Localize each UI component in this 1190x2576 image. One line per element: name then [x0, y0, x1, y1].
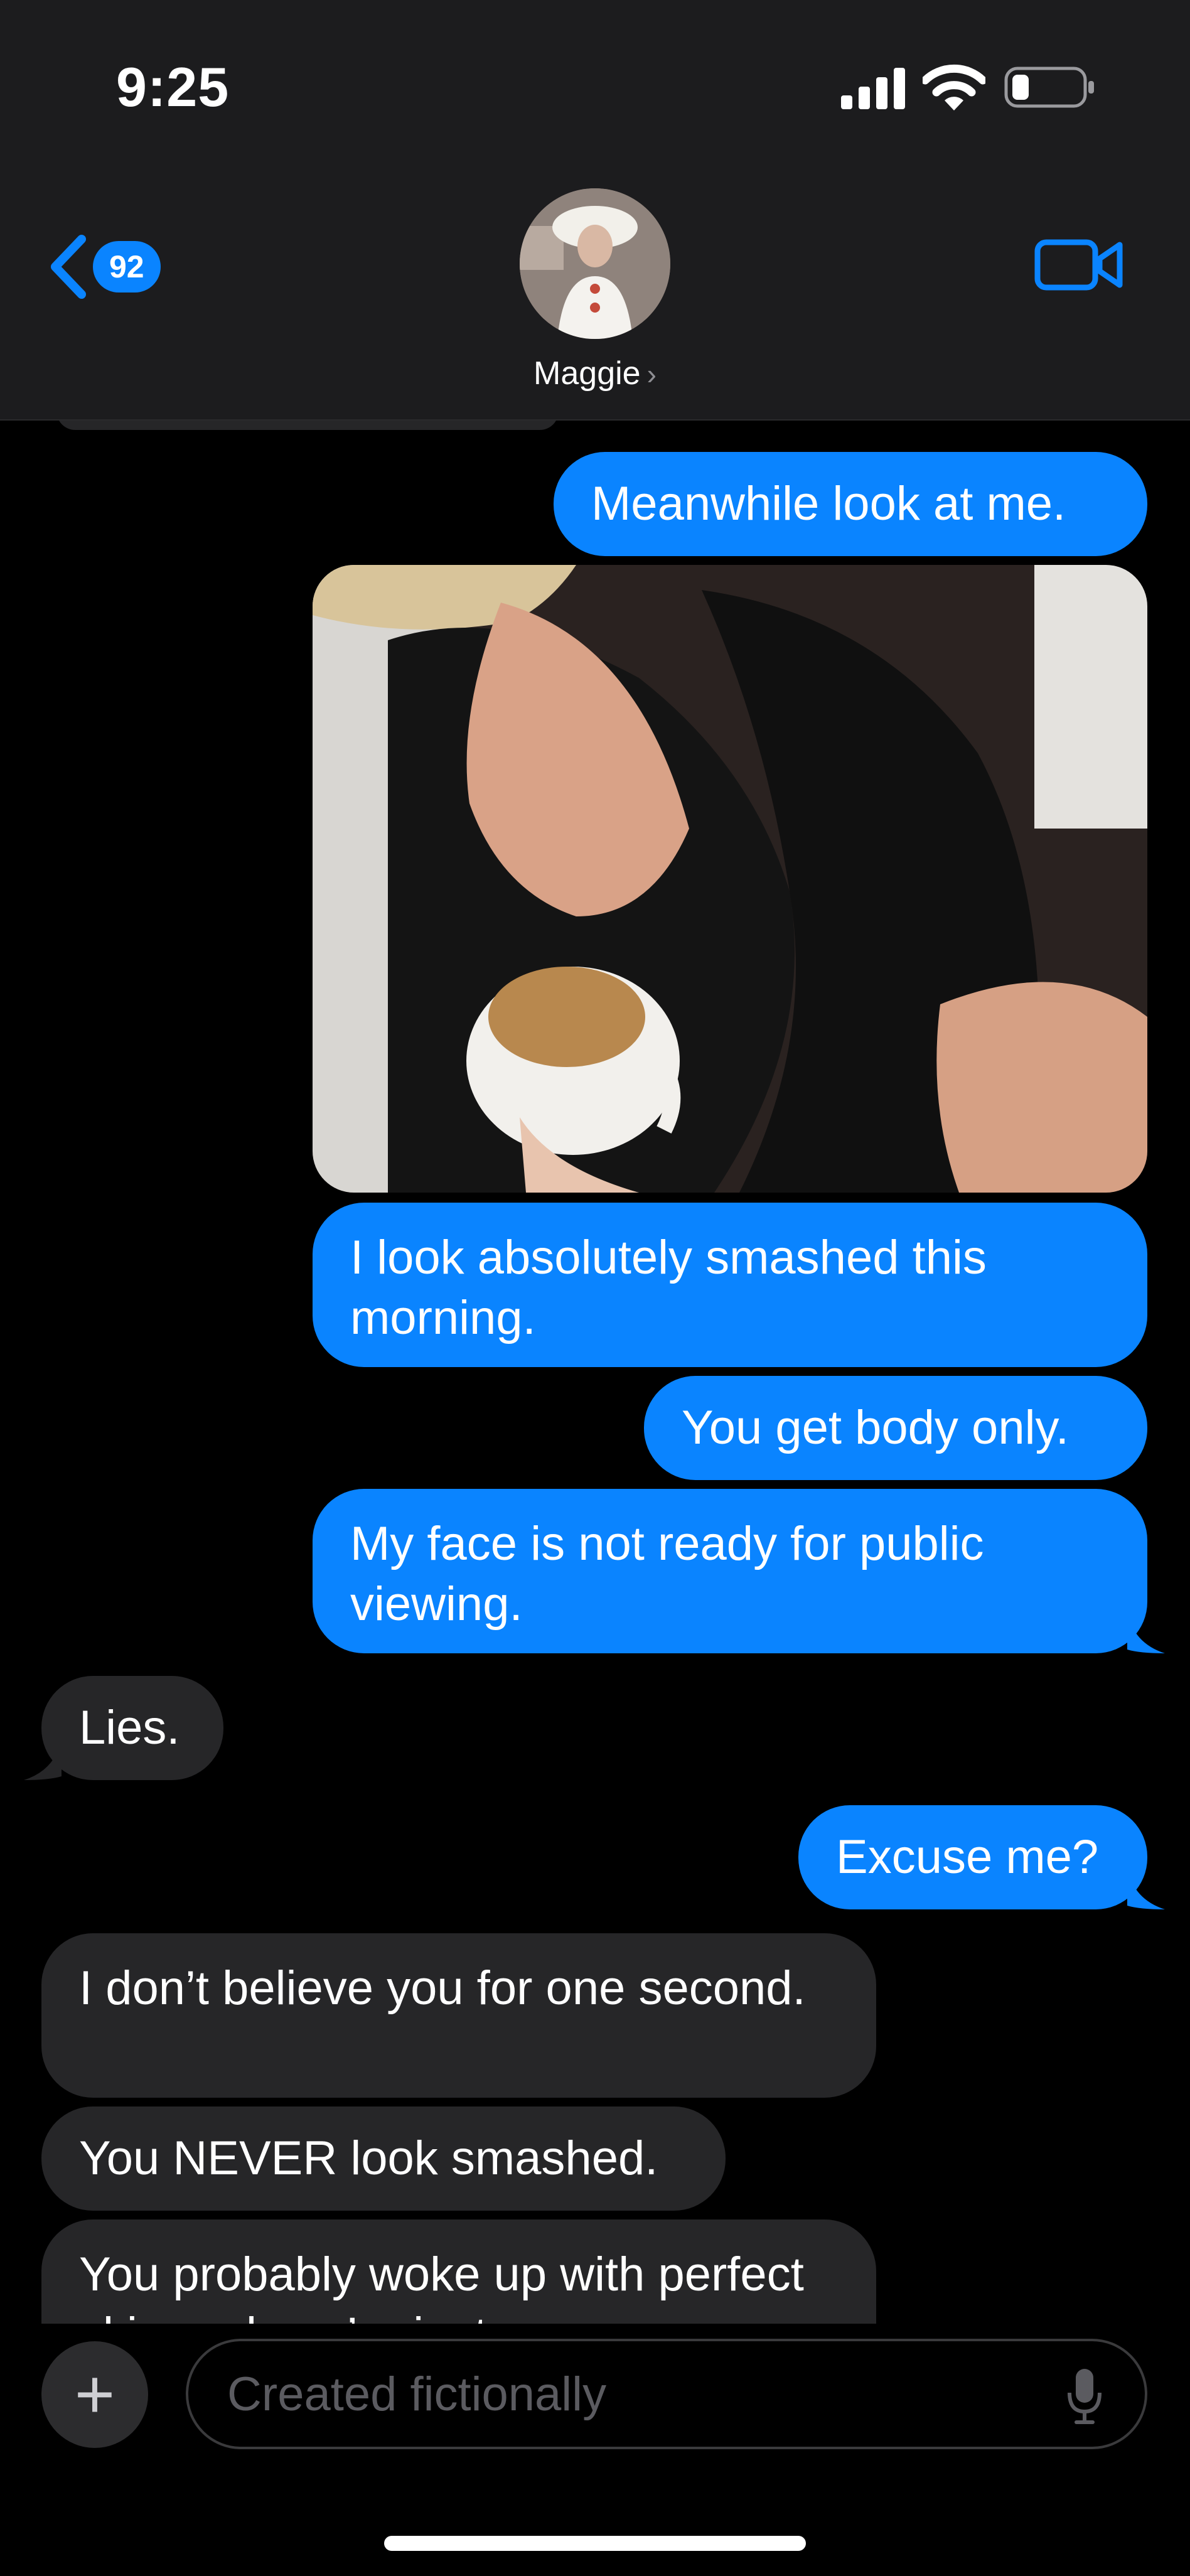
message-text: Lies.	[79, 1701, 180, 1754]
contact-name-label: Maggie	[533, 355, 641, 392]
previous-message-edge	[56, 421, 559, 430]
message-photo[interactable]	[313, 565, 1147, 1193]
battery-icon	[1004, 67, 1094, 108]
wifi-icon	[923, 64, 985, 110]
video-camera-icon[interactable]	[1034, 233, 1123, 296]
message-input[interactable]: Created fictionally	[186, 2339, 1147, 2449]
message-text: You NEVER look smashed.	[79, 2132, 658, 2185]
message-text: I look absolutely smashed this morning.	[350, 1231, 987, 1344]
status-time: 9:25	[116, 56, 230, 118]
contact-avatar[interactable]	[520, 188, 670, 339]
photo-image	[313, 565, 1147, 1193]
contact-name[interactable]: Maggie ›	[0, 355, 1190, 392]
signal-icon	[841, 68, 905, 109]
home-indicator[interactable]	[384, 2536, 806, 2551]
message-bubble-sent[interactable]: You get body only.	[644, 1376, 1147, 1480]
unread-badge: 92	[93, 241, 161, 292]
message-bubble-sent[interactable]: Meanwhile look at me.	[554, 452, 1147, 556]
message-bubble-sent[interactable]: Excuse me?	[798, 1805, 1165, 1909]
message-text: I don’t believe you for one second.	[79, 1962, 806, 2015]
message-bubble-received[interactable]: You probably woke up with perfect skin a…	[41, 2219, 876, 2324]
bubble-tail	[1127, 1612, 1165, 1653]
message-bubble-sent[interactable]: I look absolutely smashed this morning.	[313, 1203, 1147, 1367]
bubble-tail	[24, 1739, 62, 1780]
chevron-right-icon: ›	[646, 358, 657, 390]
message-bubble-sent[interactable]: My face is not ready for public viewing.	[313, 1489, 1165, 1653]
message-text: My face is not ready for public viewing.	[350, 1517, 984, 1631]
message-text: You probably woke up with perfect skin a…	[79, 2248, 804, 2324]
message-bubble-received[interactable]: Lies.	[24, 1676, 223, 1780]
back-button[interactable]: 92	[49, 229, 174, 304]
message-input-placeholder: Created fictionally	[227, 2367, 607, 2421]
add-attachment-button[interactable]: +	[41, 2341, 148, 2448]
avatar-image	[520, 188, 670, 339]
message-bubble-received[interactable]: I don’t believe you for one second.	[41, 1933, 876, 2098]
message-list[interactable]: Meanwhile look at me. I look absolutely …	[0, 421, 1190, 2324]
message-text: Meanwhile look at me.	[591, 477, 1066, 530]
message-bubble-received[interactable]: You NEVER look smashed.	[41, 2106, 726, 2211]
conversation-header: 9:25 92 Maggie ›	[0, 0, 1190, 421]
bubble-tail	[1127, 1868, 1165, 1909]
message-text: Excuse me?	[836, 1830, 1099, 1884]
plus-icon: +	[74, 2356, 115, 2433]
message-text: You get body only.	[682, 1401, 1069, 1454]
microphone-icon[interactable]	[1066, 2368, 1103, 2425]
back-chevron-icon	[51, 235, 86, 299]
